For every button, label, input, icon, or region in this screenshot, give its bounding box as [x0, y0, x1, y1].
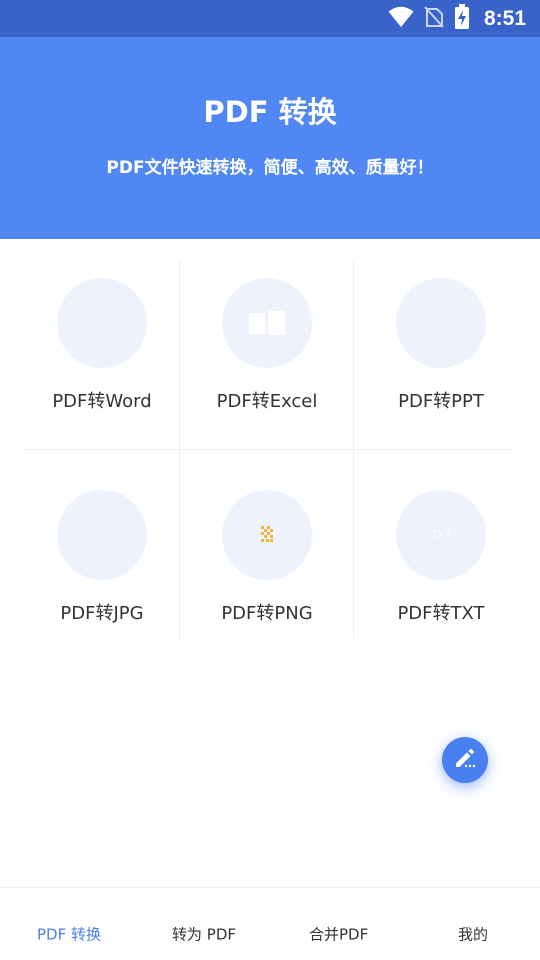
tool-pdf-to-jpg[interactable]: PDF转JPG	[24, 471, 180, 661]
tool-pdf-to-ppt[interactable]: PDF转PPT	[363, 259, 519, 449]
status-bar: 8:51	[0, 0, 540, 37]
ppt-icon	[396, 278, 486, 368]
page-title: PDF 转换	[203, 95, 337, 129]
tool-label: PDF转Word	[52, 391, 152, 412]
excel-icon	[222, 278, 312, 368]
tool-pdf-to-excel[interactable]: PDF转Excel	[189, 259, 345, 449]
edit-icon	[453, 746, 477, 774]
no-sim-icon	[424, 5, 444, 32]
nav-tab-to-pdf[interactable]: 转为 PDF	[172, 924, 236, 945]
nav-tab-mine[interactable]: 我的	[458, 924, 488, 945]
battery-charging-icon	[454, 3, 470, 34]
wifi-icon	[388, 6, 414, 32]
txt-icon: TXT	[396, 490, 486, 580]
nav-tab-pdf-convert[interactable]: PDF 转换	[37, 924, 101, 945]
txt-icon-text: TXT	[430, 529, 452, 541]
tool-label: PDF转TXT	[397, 603, 485, 624]
header-banner: PDF 转换 PDF文件快速转换，简便、高效、质量好！	[0, 37, 540, 239]
jpg-icon	[57, 490, 147, 580]
nav-tab-merge-pdf[interactable]: 合并PDF	[309, 924, 368, 945]
status-icons: 8:51	[388, 0, 526, 37]
tool-label: PDF转Excel	[216, 391, 318, 412]
tool-label: PDF转PPT	[398, 391, 484, 412]
page-subtitle: PDF文件快速转换，简便、高效、质量好！	[106, 158, 434, 178]
edit-fab-button[interactable]	[442, 737, 488, 783]
tool-pdf-to-txt[interactable]: TXT PDF转TXT	[363, 471, 519, 661]
tool-label: PDF转JPG	[60, 603, 144, 624]
bottom-nav: PDF 转换 转为 PDF 合并PDF 我的	[0, 887, 540, 960]
status-time: 8:51	[483, 6, 526, 30]
tool-pdf-to-word[interactable]: PDF转Word	[24, 259, 180, 449]
grid-divider	[24, 449, 512, 450]
tool-label: PDF转PNG	[221, 603, 313, 624]
png-icon	[222, 490, 312, 580]
word-icon	[57, 278, 147, 368]
tool-pdf-to-png[interactable]: PDF转PNG	[189, 471, 345, 661]
